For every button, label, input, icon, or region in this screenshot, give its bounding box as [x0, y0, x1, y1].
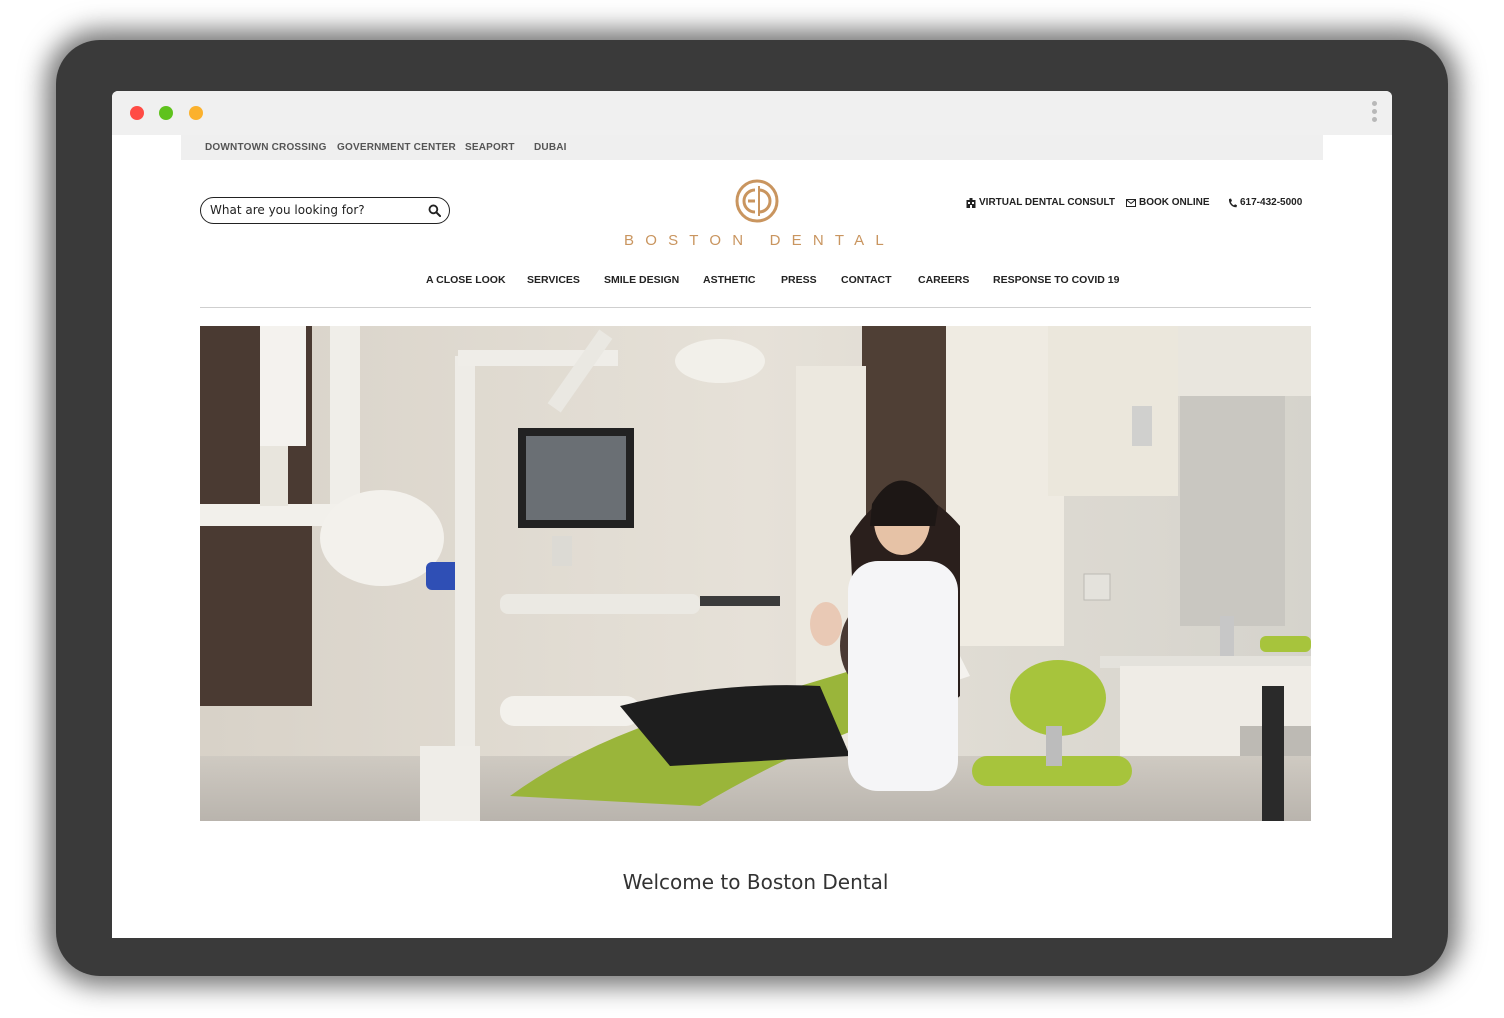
- nav-response-to-covid-19[interactable]: RESPONSE TO COVID 19: [993, 274, 1119, 286]
- virtual-consult-label: VIRTUAL DENTAL CONSULT: [979, 197, 1115, 208]
- nav-a-close-look[interactable]: A CLOSE LOOK: [426, 274, 506, 286]
- book-online-link[interactable]: BOOK ONLINE: [1126, 197, 1210, 208]
- search-box: [200, 197, 450, 224]
- hospital-icon: [966, 197, 976, 208]
- nav-press[interactable]: PRESS: [781, 274, 817, 286]
- brand-name[interactable]: BOSTON DENTAL: [624, 232, 890, 249]
- nav-contact[interactable]: CONTACT: [841, 274, 892, 286]
- hero-image: [200, 326, 1311, 821]
- nav-careers[interactable]: CAREERS: [918, 274, 969, 286]
- browser-window: DOWNTOWN CROSSING GOVERNMENT CENTER SEAP…: [112, 91, 1392, 938]
- book-online-label: BOOK ONLINE: [1139, 197, 1210, 208]
- search-input[interactable]: [210, 202, 420, 218]
- close-button[interactable]: [130, 106, 144, 120]
- virtual-consult-link[interactable]: VIRTUAL DENTAL CONSULT: [966, 197, 1115, 208]
- envelope-icon: [1126, 198, 1136, 207]
- web-page: DOWNTOWN CROSSING GOVERNMENT CENTER SEAP…: [124, 135, 1392, 938]
- boston-dental-logo-icon[interactable]: [734, 178, 780, 224]
- location-seaport[interactable]: SEAPORT: [465, 142, 515, 153]
- search-icon[interactable]: [428, 204, 441, 217]
- location-government-center[interactable]: GOVERNMENT CENTER: [337, 142, 456, 153]
- phone-label: 617-432-5000: [1240, 197, 1303, 208]
- maximize-button[interactable]: [189, 106, 203, 120]
- header-divider: [200, 307, 1311, 308]
- welcome-heading: Welcome to Boston Dental: [622, 870, 889, 894]
- title-bar: [112, 91, 1392, 135]
- nav-smile-design[interactable]: SMILE DESIGN: [604, 274, 679, 286]
- phone-link[interactable]: 617-432-5000: [1228, 197, 1302, 208]
- nav-asthetic[interactable]: ASTHETIC: [703, 274, 756, 286]
- location-downtown-crossing[interactable]: DOWNTOWN CROSSING: [205, 142, 327, 153]
- nav-services[interactable]: SERVICES: [527, 274, 580, 286]
- kebab-vertical-icon[interactable]: [1372, 101, 1378, 125]
- locations-bar: DOWNTOWN CROSSING GOVERNMENT CENTER SEAP…: [181, 135, 1323, 160]
- phone-icon: [1228, 198, 1237, 207]
- minimize-button[interactable]: [159, 106, 173, 120]
- main-navigation: A CLOSE LOOK SERVICES SMILE DESIGN ASTHE…: [124, 274, 1392, 290]
- location-dubai[interactable]: DUBAI: [534, 142, 567, 153]
